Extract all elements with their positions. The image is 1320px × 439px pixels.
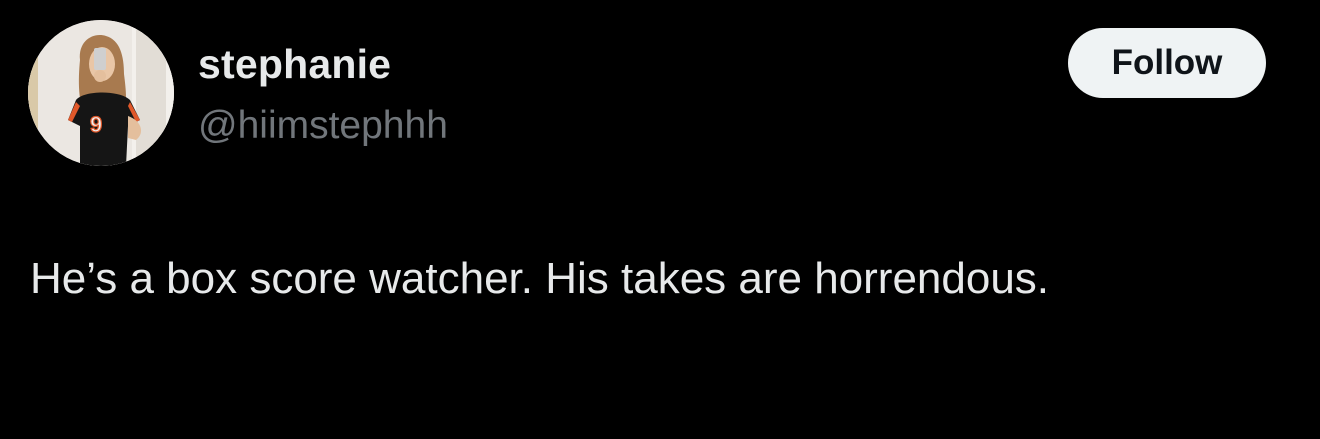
avatar-photo-icon: 9 (28, 20, 174, 166)
avatar[interactable]: 9 (28, 20, 174, 166)
author-handle[interactable]: @hiimstephhh (198, 102, 448, 150)
author-display-name[interactable]: stephanie (198, 38, 391, 90)
tweet-card: 9 stephanie @hiimstephhh Follow He’s a b… (0, 0, 1320, 439)
tweet-text: He’s a box score watcher. His takes are … (30, 254, 1050, 303)
avatar-jersey-number: 9 (90, 112, 102, 137)
follow-button[interactable]: Follow (1068, 28, 1266, 98)
